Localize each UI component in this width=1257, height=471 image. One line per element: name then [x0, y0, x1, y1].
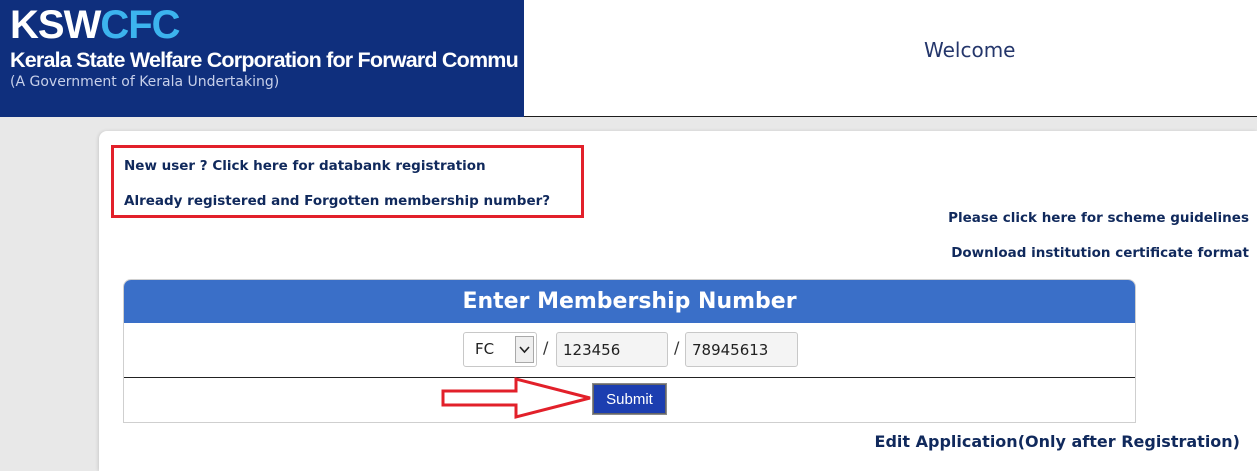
chevron-down-icon — [519, 346, 530, 354]
certificate-download-link[interactable]: Download institution certificate format — [951, 245, 1249, 261]
membership-part3-input[interactable] — [685, 332, 798, 367]
submit-row: Submit — [124, 378, 1135, 422]
prefix-select[interactable]: FC — [463, 332, 537, 367]
logo-cfc-text: CFC — [100, 3, 180, 47]
header-welcome-area: Welcome — [524, 0, 1257, 117]
logo-wordmark: KSWCFC — [10, 2, 181, 48]
new-user-registration-link[interactable]: New user ? Click here for databank regis… — [124, 158, 486, 174]
organization-subtitle: (A Government of Kerala Undertaking) — [10, 74, 280, 90]
form-title: Enter Membership Number — [124, 280, 1135, 323]
annotation-arrow-icon — [441, 377, 591, 419]
separator-2: / — [674, 338, 680, 357]
separator-1: / — [543, 338, 549, 357]
dropdown-button[interactable] — [515, 336, 534, 363]
prefix-selected-value: FC — [475, 340, 495, 358]
membership-part2-input[interactable] — [556, 332, 668, 367]
logo-banner: KSWCFC Kerala State Welfare Corporation … — [0, 0, 524, 117]
organization-name: Kerala State Welfare Corporation for For… — [10, 48, 519, 72]
edit-application-link[interactable]: Edit Application(Only after Registration… — [875, 432, 1240, 451]
logo-ksw-text: KSW — [10, 3, 101, 47]
welcome-text: Welcome — [924, 38, 1016, 62]
scheme-guidelines-link[interactable]: Please click here for scheme guidelines — [948, 210, 1249, 226]
forgot-membership-link[interactable]: Already registered and Forgotten members… — [124, 193, 550, 209]
membership-input-row: FC / / — [124, 323, 1135, 378]
membership-form: Enter Membership Number FC / / Submit — [123, 279, 1136, 423]
submit-button[interactable]: Submit — [593, 384, 666, 414]
